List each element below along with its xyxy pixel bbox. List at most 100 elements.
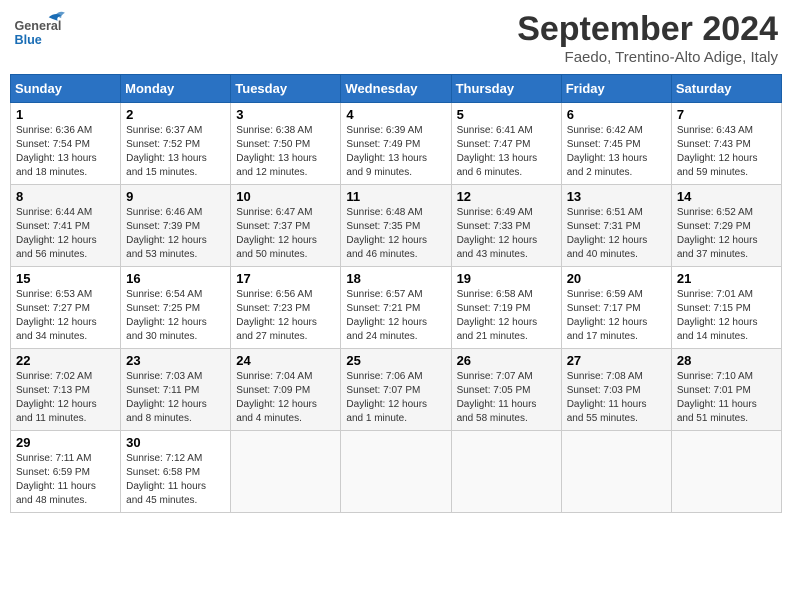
calendar-cell: 7 Sunrise: 6:43 AMSunset: 7:43 PMDayligh… xyxy=(671,103,781,185)
calendar-cell: 18 Sunrise: 6:57 AMSunset: 7:21 PMDaylig… xyxy=(341,267,451,349)
day-info: Sunrise: 6:48 AMSunset: 7:35 PMDaylight:… xyxy=(346,206,445,262)
day-number: 4 xyxy=(346,107,445,122)
day-info: Sunrise: 7:10 AMSunset: 7:01 PMDaylight:… xyxy=(677,370,776,426)
calendar-cell: 9 Sunrise: 6:46 AMSunset: 7:39 PMDayligh… xyxy=(121,185,231,267)
calendar-cell: 26 Sunrise: 7:07 AMSunset: 7:05 PMDaylig… xyxy=(451,349,561,431)
calendar-cell: 3 Sunrise: 6:38 AMSunset: 7:50 PMDayligh… xyxy=(231,103,341,185)
day-number: 24 xyxy=(236,353,335,368)
calendar-cell xyxy=(231,431,341,513)
day-info: Sunrise: 6:41 AMSunset: 7:47 PMDaylight:… xyxy=(457,124,556,180)
calendar-cell xyxy=(341,431,451,513)
calendar-cell xyxy=(561,431,671,513)
calendar-cell: 24 Sunrise: 7:04 AMSunset: 7:09 PMDaylig… xyxy=(231,349,341,431)
calendar-cell: 28 Sunrise: 7:10 AMSunset: 7:01 PMDaylig… xyxy=(671,349,781,431)
day-info: Sunrise: 6:53 AMSunset: 7:27 PMDaylight:… xyxy=(16,288,115,344)
day-info: Sunrise: 7:11 AMSunset: 6:59 PMDaylight:… xyxy=(16,452,115,508)
day-number: 27 xyxy=(567,353,666,368)
calendar-cell xyxy=(451,431,561,513)
day-info: Sunrise: 7:08 AMSunset: 7:03 PMDaylight:… xyxy=(567,370,666,426)
calendar-day-header: Thursday xyxy=(451,75,561,103)
day-info: Sunrise: 6:51 AMSunset: 7:31 PMDaylight:… xyxy=(567,206,666,262)
svg-text:General: General xyxy=(15,19,62,33)
day-info: Sunrise: 7:04 AMSunset: 7:09 PMDaylight:… xyxy=(236,370,335,426)
day-number: 16 xyxy=(126,271,225,286)
day-number: 7 xyxy=(677,107,776,122)
day-info: Sunrise: 6:59 AMSunset: 7:17 PMDaylight:… xyxy=(567,288,666,344)
calendar-cell: 15 Sunrise: 6:53 AMSunset: 7:27 PMDaylig… xyxy=(11,267,121,349)
calendar-cell: 10 Sunrise: 6:47 AMSunset: 7:37 PMDaylig… xyxy=(231,185,341,267)
calendar-day-header: Wednesday xyxy=(341,75,451,103)
day-info: Sunrise: 6:58 AMSunset: 7:19 PMDaylight:… xyxy=(457,288,556,344)
day-number: 23 xyxy=(126,353,225,368)
day-info: Sunrise: 6:37 AMSunset: 7:52 PMDaylight:… xyxy=(126,124,225,180)
calendar-day-header: Friday xyxy=(561,75,671,103)
day-number: 25 xyxy=(346,353,445,368)
day-number: 12 xyxy=(457,189,556,204)
day-info: Sunrise: 7:06 AMSunset: 7:07 PMDaylight:… xyxy=(346,370,445,426)
day-number: 19 xyxy=(457,271,556,286)
calendar-cell: 25 Sunrise: 7:06 AMSunset: 7:07 PMDaylig… xyxy=(341,349,451,431)
day-info: Sunrise: 6:54 AMSunset: 7:25 PMDaylight:… xyxy=(126,288,225,344)
day-number: 15 xyxy=(16,271,115,286)
day-number: 3 xyxy=(236,107,335,122)
title-block: September 2024 Faedo, Trentino-Alto Adig… xyxy=(517,10,778,66)
day-info: Sunrise: 6:47 AMSunset: 7:37 PMDaylight:… xyxy=(236,206,335,262)
calendar-week-row: 22 Sunrise: 7:02 AMSunset: 7:13 PMDaylig… xyxy=(11,349,782,431)
calendar-cell: 23 Sunrise: 7:03 AMSunset: 7:11 PMDaylig… xyxy=(121,349,231,431)
day-info: Sunrise: 6:38 AMSunset: 7:50 PMDaylight:… xyxy=(236,124,335,180)
day-number: 13 xyxy=(567,189,666,204)
calendar-cell xyxy=(671,431,781,513)
calendar-week-row: 29 Sunrise: 7:11 AMSunset: 6:59 PMDaylig… xyxy=(11,431,782,513)
calendar-cell: 17 Sunrise: 6:56 AMSunset: 7:23 PMDaylig… xyxy=(231,267,341,349)
calendar-cell: 8 Sunrise: 6:44 AMSunset: 7:41 PMDayligh… xyxy=(11,185,121,267)
calendar-cell: 27 Sunrise: 7:08 AMSunset: 7:03 PMDaylig… xyxy=(561,349,671,431)
svg-text:Blue: Blue xyxy=(15,33,42,47)
day-info: Sunrise: 6:43 AMSunset: 7:43 PMDaylight:… xyxy=(677,124,776,180)
day-number: 17 xyxy=(236,271,335,286)
day-number: 21 xyxy=(677,271,776,286)
calendar-cell: 2 Sunrise: 6:37 AMSunset: 7:52 PMDayligh… xyxy=(121,103,231,185)
logo-icon: General Blue xyxy=(14,10,69,55)
calendar-cell: 16 Sunrise: 6:54 AMSunset: 7:25 PMDaylig… xyxy=(121,267,231,349)
calendar-cell: 22 Sunrise: 7:02 AMSunset: 7:13 PMDaylig… xyxy=(11,349,121,431)
day-number: 14 xyxy=(677,189,776,204)
logo: General Blue xyxy=(14,10,69,55)
day-info: Sunrise: 7:01 AMSunset: 7:15 PMDaylight:… xyxy=(677,288,776,344)
day-number: 2 xyxy=(126,107,225,122)
calendar-cell: 19 Sunrise: 6:58 AMSunset: 7:19 PMDaylig… xyxy=(451,267,561,349)
day-number: 11 xyxy=(346,189,445,204)
day-number: 20 xyxy=(567,271,666,286)
day-info: Sunrise: 7:07 AMSunset: 7:05 PMDaylight:… xyxy=(457,370,556,426)
calendar-cell: 1 Sunrise: 6:36 AMSunset: 7:54 PMDayligh… xyxy=(11,103,121,185)
day-info: Sunrise: 7:03 AMSunset: 7:11 PMDaylight:… xyxy=(126,370,225,426)
day-number: 1 xyxy=(16,107,115,122)
day-number: 18 xyxy=(346,271,445,286)
day-number: 30 xyxy=(126,435,225,450)
calendar-cell: 4 Sunrise: 6:39 AMSunset: 7:49 PMDayligh… xyxy=(341,103,451,185)
day-number: 8 xyxy=(16,189,115,204)
day-info: Sunrise: 6:57 AMSunset: 7:21 PMDaylight:… xyxy=(346,288,445,344)
calendar-cell: 21 Sunrise: 7:01 AMSunset: 7:15 PMDaylig… xyxy=(671,267,781,349)
calendar-cell: 30 Sunrise: 7:12 AMSunset: 6:58 PMDaylig… xyxy=(121,431,231,513)
calendar-cell: 20 Sunrise: 6:59 AMSunset: 7:17 PMDaylig… xyxy=(561,267,671,349)
day-info: Sunrise: 6:52 AMSunset: 7:29 PMDaylight:… xyxy=(677,206,776,262)
day-info: Sunrise: 7:02 AMSunset: 7:13 PMDaylight:… xyxy=(16,370,115,426)
day-number: 6 xyxy=(567,107,666,122)
day-number: 26 xyxy=(457,353,556,368)
day-number: 29 xyxy=(16,435,115,450)
day-info: Sunrise: 6:39 AMSunset: 7:49 PMDaylight:… xyxy=(346,124,445,180)
calendar-cell: 11 Sunrise: 6:48 AMSunset: 7:35 PMDaylig… xyxy=(341,185,451,267)
calendar-day-header: Monday xyxy=(121,75,231,103)
calendar-day-header: Sunday xyxy=(11,75,121,103)
calendar-week-row: 8 Sunrise: 6:44 AMSunset: 7:41 PMDayligh… xyxy=(11,185,782,267)
calendar-table: SundayMondayTuesdayWednesdayThursdayFrid… xyxy=(10,74,782,513)
day-info: Sunrise: 6:36 AMSunset: 7:54 PMDaylight:… xyxy=(16,124,115,180)
day-info: Sunrise: 6:49 AMSunset: 7:33 PMDaylight:… xyxy=(457,206,556,262)
calendar-header-row: SundayMondayTuesdayWednesdayThursdayFrid… xyxy=(11,75,782,103)
day-info: Sunrise: 6:56 AMSunset: 7:23 PMDaylight:… xyxy=(236,288,335,344)
month-title: September 2024 xyxy=(517,10,778,49)
calendar-cell: 29 Sunrise: 7:11 AMSunset: 6:59 PMDaylig… xyxy=(11,431,121,513)
day-info: Sunrise: 6:42 AMSunset: 7:45 PMDaylight:… xyxy=(567,124,666,180)
calendar-day-header: Tuesday xyxy=(231,75,341,103)
day-number: 10 xyxy=(236,189,335,204)
